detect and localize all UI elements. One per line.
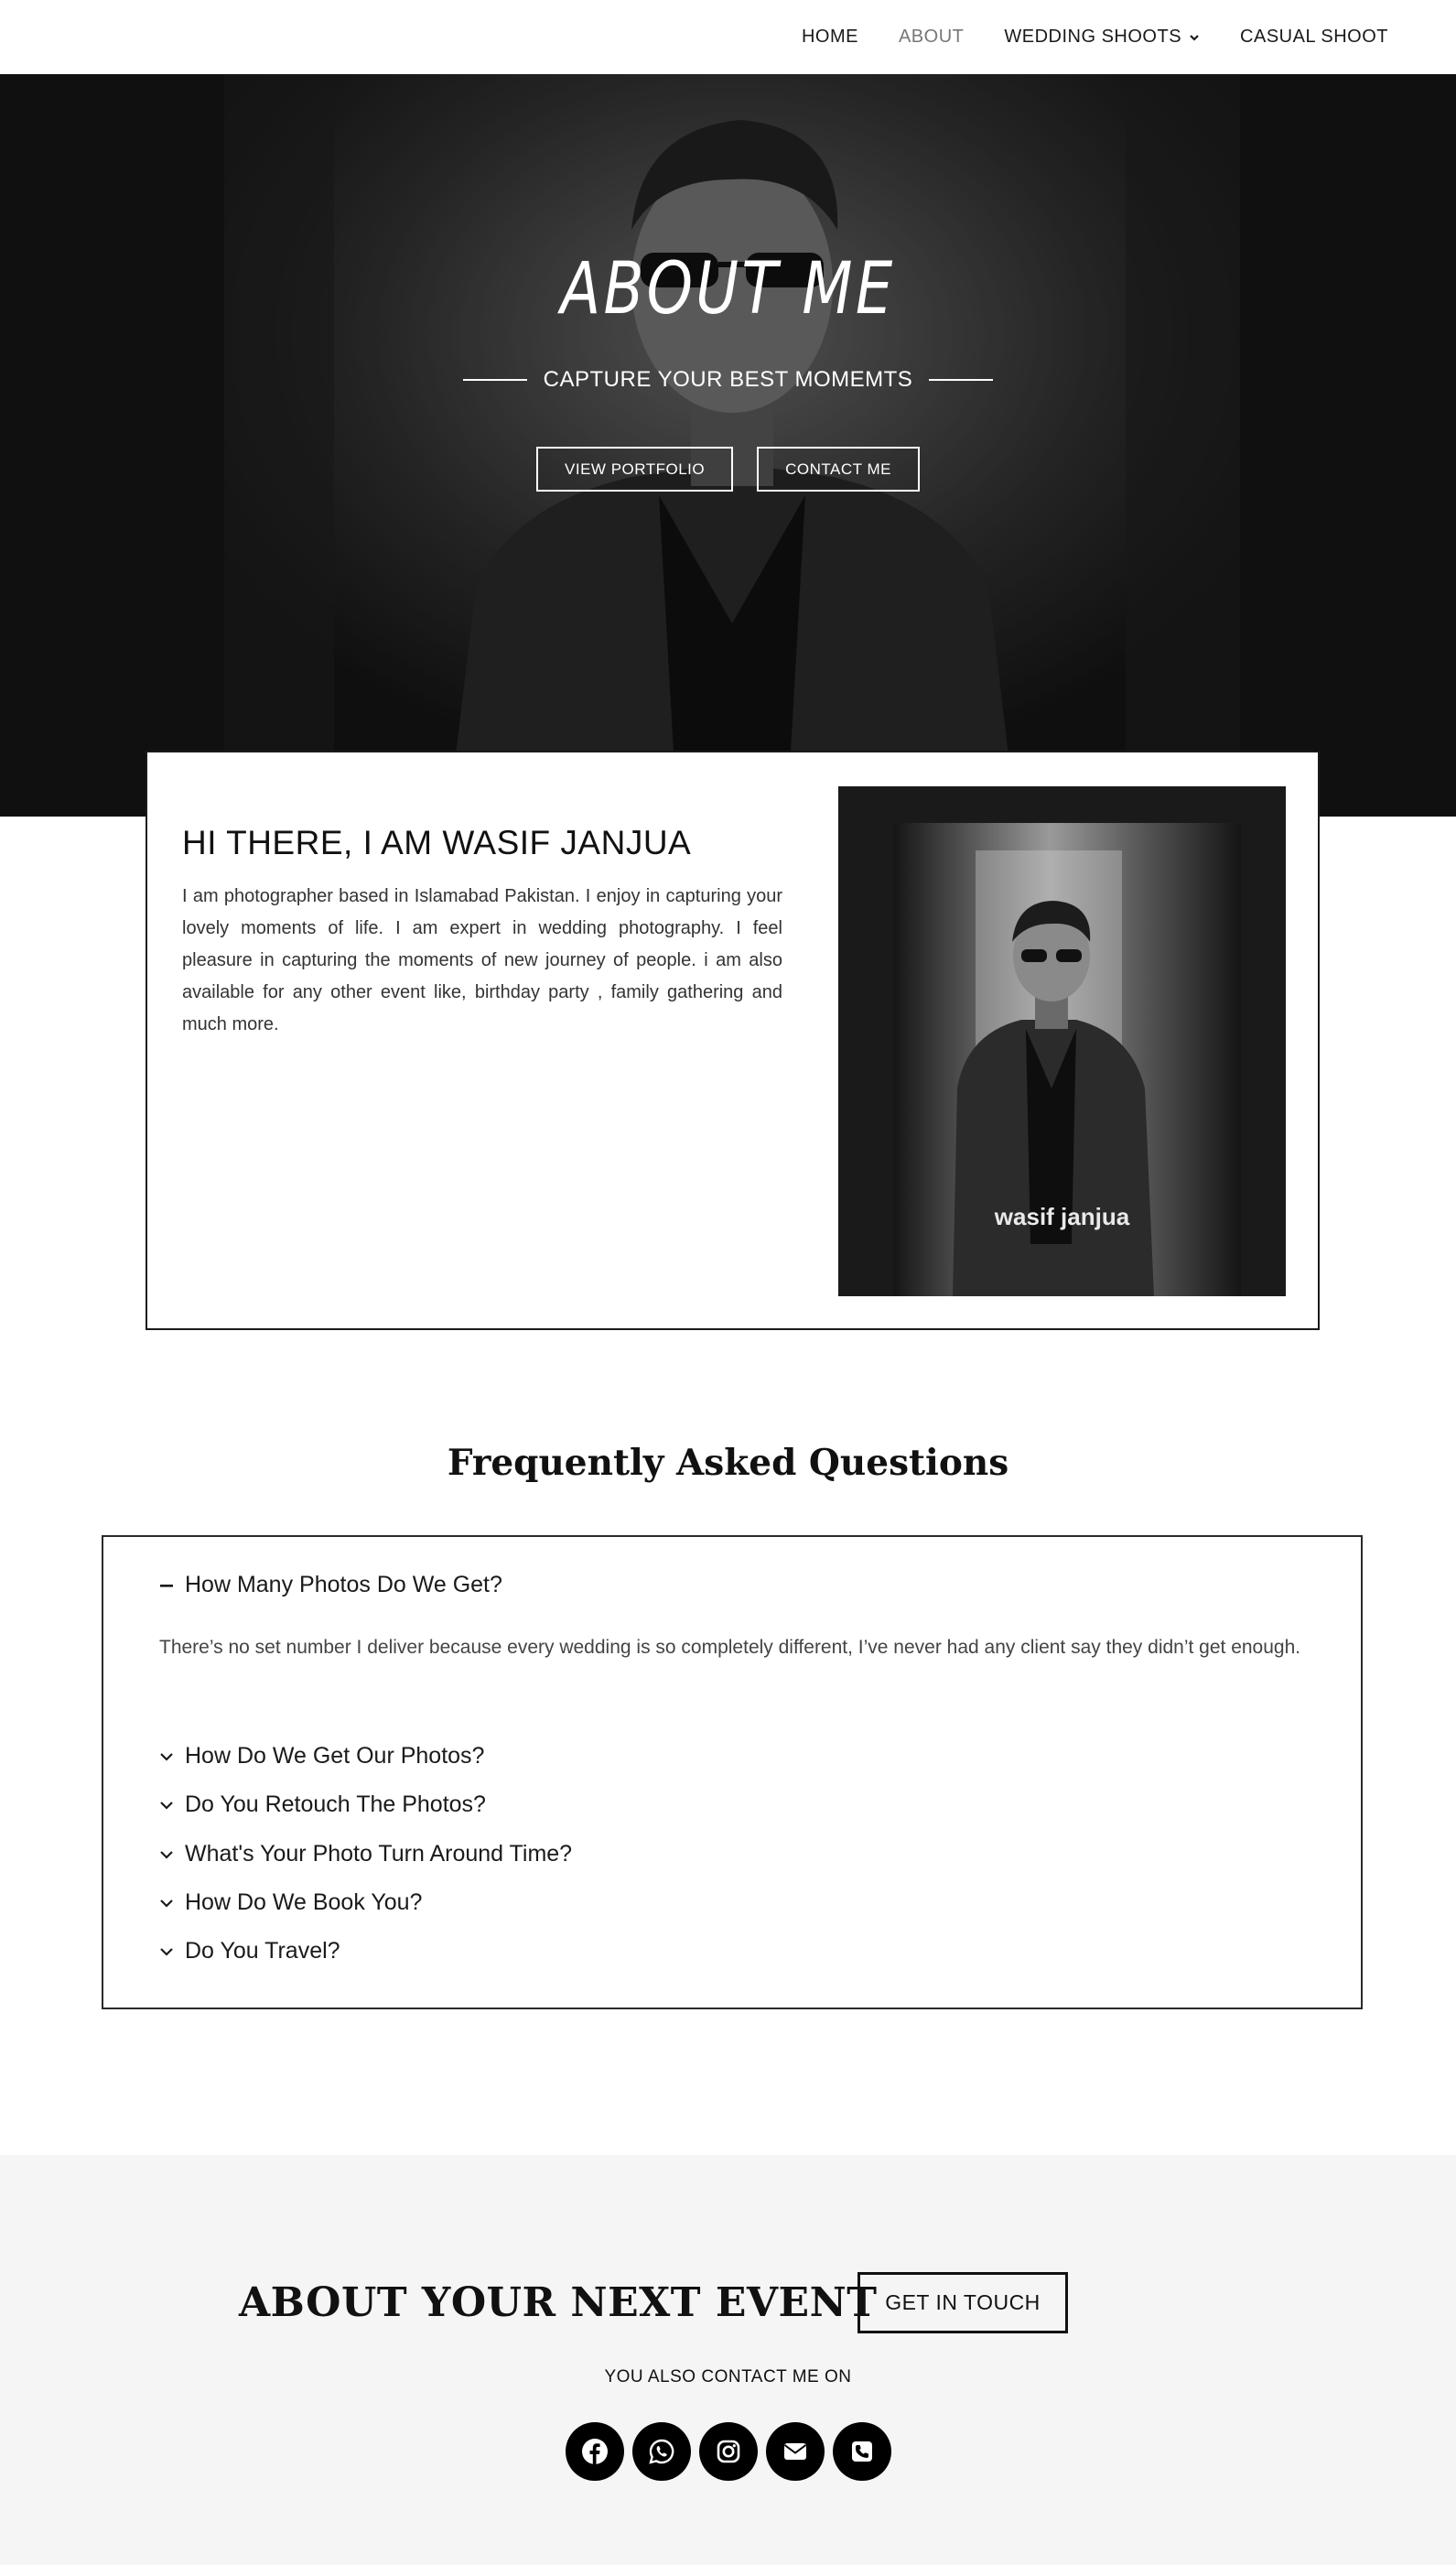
divider-line	[462, 379, 527, 381]
instagram-icon	[717, 2440, 739, 2463]
social-links	[0, 2422, 1456, 2481]
facebook-icon	[581, 2439, 608, 2464]
photo-caption: wasif janjua	[994, 1203, 1130, 1230]
hero-banner: ABOUT ME CAPTURE YOUR BEST MOMEMTS VIEW …	[0, 74, 1456, 817]
contact-me-button[interactable]: CONTACT ME	[757, 447, 920, 492]
about-photo: wasif janjua	[838, 786, 1286, 1296]
faq-question-5[interactable]: Do You Travel?	[159, 1938, 340, 1964]
top-navbar: HOME ABOUT WEDDING SHOOTS CASUAL SHOOT	[0, 0, 1456, 74]
faq-accordion: How Many Photos Do We Get? There’s no se…	[102, 1535, 1363, 2009]
cta-heading: ABOUT YOUR NEXT EVENT	[239, 2279, 878, 2326]
phone-button[interactable]	[832, 2422, 891, 2481]
nav-item-casual-shoot[interactable]: CASUAL SHOOT	[1240, 27, 1388, 48]
chevron-down-icon	[1190, 34, 1199, 41]
faq-question-label: Do You Retouch The Photos?	[185, 1791, 486, 1817]
minus-icon	[160, 1584, 173, 1587]
nav-item-wedding-shoots[interactable]: WEDDING SHOOTS	[1004, 27, 1200, 48]
envelope-icon	[783, 2443, 806, 2460]
contact-subtitle: YOU ALSO CONTACT ME ON	[604, 2367, 852, 2386]
about-text: I am photographer based in Islamabad Pak…	[182, 886, 782, 1034]
nav-menu: HOME ABOUT WEDDING SHOOTS CASUAL SHOOT	[802, 0, 1388, 74]
faq-question-label: How Many Photos Do We Get?	[185, 1572, 502, 1597]
hero-subtitle: CAPTURE YOUR BEST MOMEMTS	[543, 367, 913, 392]
nav-item-label: CASUAL SHOOT	[1240, 27, 1388, 47]
whatsapp-icon	[648, 2439, 674, 2464]
chevron-down-icon	[160, 1947, 173, 1956]
email-button[interactable]	[765, 2422, 825, 2481]
faq-question-label: What's Your Photo Turn Around Time?	[185, 1841, 573, 1867]
facebook-button[interactable]	[565, 2422, 624, 2481]
get-in-touch-button[interactable]: GET IN TOUCH	[857, 2272, 1068, 2333]
divider-line	[929, 379, 994, 381]
hero-buttons: VIEW PORTFOLIO CONTACT ME	[0, 447, 1456, 492]
nav-item-label: ABOUT	[898, 27, 965, 47]
faq-question-3[interactable]: What's Your Photo Turn Around Time?	[159, 1841, 572, 1867]
chevron-down-icon	[160, 1752, 173, 1761]
faq-question-label: How Do We Get Our Photos?	[185, 1743, 485, 1769]
nav-item-about[interactable]: ABOUT	[899, 27, 964, 48]
faq-question-4[interactable]: How Do We Book You?	[159, 1889, 422, 1916]
phone-icon	[851, 2441, 872, 2462]
hero-subtitle-row: CAPTURE YOUR BEST MOMEMTS	[0, 367, 1456, 393]
faq-question-1[interactable]: How Do We Get Our Photos?	[159, 1743, 484, 1770]
faq-question-label: How Do We Book You?	[185, 1889, 423, 1915]
nav-item-home[interactable]: HOME	[802, 27, 858, 48]
nav-item-label: HOME	[801, 27, 858, 47]
about-card: HI THERE, I AM WASIF JANJUA I am photogr…	[146, 751, 1320, 1330]
nav-item-label: WEDDING SHOOTS	[1004, 27, 1182, 47]
contact-cta-section: ABOUT YOUR NEXT EVENT GET IN TOUCH YOU A…	[0, 2155, 1456, 2565]
hero-background-photo	[0, 74, 1456, 817]
chevron-down-icon	[160, 1899, 173, 1908]
chevron-down-icon	[160, 1850, 173, 1859]
chevron-down-icon	[160, 1801, 173, 1810]
instagram-button[interactable]	[698, 2422, 758, 2481]
about-heading: HI THERE, I AM WASIF JANJUA	[182, 824, 692, 861]
faq-question-label: Do You Travel?	[185, 1938, 340, 1964]
whatsapp-button[interactable]	[631, 2422, 691, 2481]
hero-title: ABOUT ME	[560, 248, 896, 330]
faq-answer-0: There’s no set number I deliver because …	[159, 1637, 1301, 1658]
faq-title: Frequently Asked Questions	[447, 1442, 1009, 1484]
faq-question-0[interactable]: How Many Photos Do We Get?	[159, 1572, 502, 1598]
view-portfolio-button[interactable]: VIEW PORTFOLIO	[536, 447, 734, 492]
faq-question-2[interactable]: Do You Retouch The Photos?	[159, 1791, 486, 1818]
